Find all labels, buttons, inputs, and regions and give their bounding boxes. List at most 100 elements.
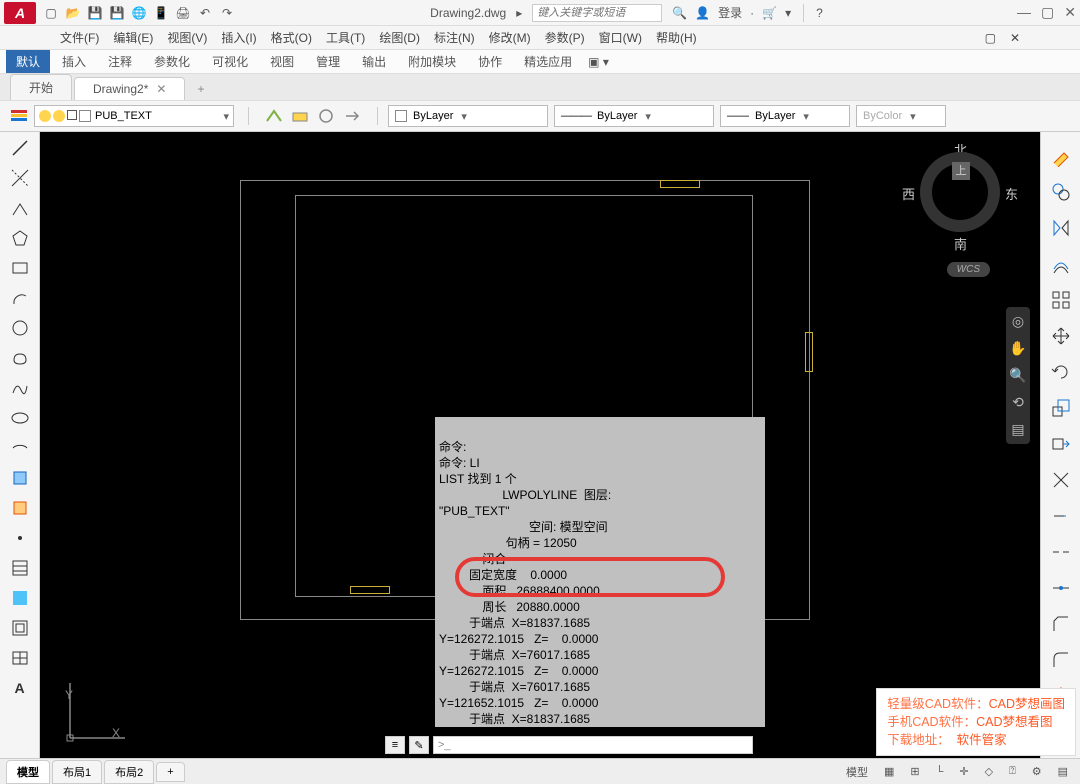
region-tool-icon[interactable] [8,616,32,640]
app-logo-icon[interactable]: A [4,2,36,24]
text-tool-icon[interactable]: A [8,676,32,700]
openweb-icon[interactable]: 🌐 [130,4,148,22]
offset-tool-icon[interactable] [1047,250,1075,278]
menu-param[interactable]: 参数(P) [545,29,585,46]
match-layer-icon[interactable] [289,105,311,127]
command-input[interactable]: >_ [433,736,753,754]
stretch-tool-icon[interactable] [1047,430,1075,458]
revcloud-tool-icon[interactable] [8,346,32,370]
minimize-button[interactable]: — [1017,4,1031,21]
nav-wheel-icon[interactable]: ◎ [1012,313,1024,330]
layer-states-icon[interactable] [263,105,285,127]
cart-icon[interactable]: 🛒 [762,6,777,20]
layer-prev-icon[interactable] [341,105,363,127]
menu-edit[interactable]: 编辑(E) [113,29,153,46]
status-osnap-icon[interactable]: ◇ [979,763,999,780]
layer-iso-icon[interactable] [315,105,337,127]
chamfer-tool-icon[interactable] [1047,610,1075,638]
user-icon[interactable]: 👤 [695,6,710,20]
menu-view[interactable]: 视图(V) [167,29,207,46]
nav-show-icon[interactable]: ▤ [1011,421,1024,438]
cmd-recent-icon[interactable]: ≡ [385,736,405,754]
status-clean-icon[interactable]: ▤ [1052,763,1074,780]
copy-tool-icon[interactable] [1047,178,1075,206]
ribbon-tab-featured[interactable]: 精选应用 [514,50,582,73]
menu-dimension[interactable]: 标注(N) [434,29,475,46]
hatch-tool-icon[interactable] [8,556,32,580]
status-polar-icon[interactable]: ✛ [953,763,974,780]
erase-tool-icon[interactable] [1047,142,1075,170]
linetype-dropdown[interactable]: ——— ByLayer ▾ [554,105,714,127]
viewcube-top-face[interactable]: 上 [952,162,970,180]
new-icon[interactable]: ▢ [42,4,60,22]
ribbon-tab-default[interactable]: 默认 [6,50,50,73]
redo-icon[interactable]: ↷ [218,4,236,22]
undo-icon[interactable]: ↶ [196,4,214,22]
status-model[interactable]: 模型 [840,762,874,782]
menu-window[interactable]: 窗口(W) [599,29,642,46]
layout-add-tab[interactable]: + [156,762,184,782]
status-snap-icon[interactable]: ⊞ [904,763,925,780]
mirror-tool-icon[interactable] [1047,214,1075,242]
move-tool-icon[interactable] [1047,322,1075,350]
ribbon-tab-addins[interactable]: 附加模块 [398,50,466,73]
rotate-tool-icon[interactable] [1047,358,1075,386]
line-tool-icon[interactable] [8,136,32,160]
xline-tool-icon[interactable] [8,166,32,190]
login-link[interactable]: 登录 [718,4,742,21]
status-grid-icon[interactable]: ▦ [878,763,900,780]
menu-draw[interactable]: 绘图(D) [379,29,420,46]
close-tab-icon[interactable]: ✕ [156,82,166,96]
arc-tool-icon[interactable] [8,286,32,310]
print-icon[interactable]: 🖨 [174,4,192,22]
layout2-tab[interactable]: 布局2 [104,760,154,784]
status-anno-icon[interactable]: ⍰ [1003,763,1022,780]
menu-restore-icon[interactable]: ▢ [985,31,996,45]
menu-tools[interactable]: 工具(T) [326,29,365,46]
scale-tool-icon[interactable] [1047,394,1075,422]
wcs-badge[interactable]: WCS [947,262,990,277]
circle-tool-icon[interactable] [8,316,32,340]
color-dropdown[interactable]: ByLayer ▾ [388,105,548,127]
drawing-canvas[interactable]: 北 上 西 东 南 WCS ◎ ✋ 🔍 ⟲ ▤ Y X 命令: 命令: LI L… [40,132,1040,758]
status-workspace-icon[interactable]: ⚙ [1026,763,1048,780]
open-icon[interactable]: 📂 [64,4,82,22]
ribbon-tab-view[interactable]: 视图 [260,50,304,73]
ribbon-tab-annotate[interactable]: 注释 [98,50,142,73]
doc-tab-current[interactable]: Drawing2* ✕ [74,77,185,100]
extend-tool-icon[interactable] [1047,502,1075,530]
ribbon-tab-output[interactable]: 输出 [352,50,396,73]
nav-orbit-icon[interactable]: ⟲ [1012,394,1024,411]
doc-tab-start[interactable]: 开始 [10,74,72,100]
array-tool-icon[interactable] [1047,286,1075,314]
menu-help[interactable]: 帮助(H) [656,29,697,46]
menu-insert[interactable]: 插入(I) [221,29,256,46]
menu-format[interactable]: 格式(O) [271,29,312,46]
status-ortho-icon[interactable]: └ [930,764,950,780]
mobile-icon[interactable]: 📱 [152,4,170,22]
search-icon[interactable]: 🔍 [672,6,687,20]
app-icon2[interactable]: ▾ [785,6,791,20]
help-search-input[interactable] [532,4,662,22]
ellipse-tool-icon[interactable] [8,406,32,430]
trim-tool-icon[interactable] [1047,466,1075,494]
nav-pan-icon[interactable]: ✋ [1009,340,1026,357]
layer-dropdown[interactable]: PUB_TEXT ▾ [34,105,234,127]
save-icon[interactable]: 💾 [86,4,104,22]
plotstyle-dropdown[interactable]: ByColor ▾ [856,105,946,127]
block-insert-icon[interactable] [8,466,32,490]
polyline-tool-icon[interactable] [8,196,32,220]
ribbon-tab-insert[interactable]: 插入 [52,50,96,73]
ribbon-expand-icon[interactable]: ▣ ▾ [588,55,609,69]
rectangle-tool-icon[interactable] [8,256,32,280]
layout1-tab[interactable]: 布局1 [52,760,102,784]
polygon-tool-icon[interactable] [8,226,32,250]
doc-tab-add-button[interactable]: + [187,78,214,100]
spline-tool-icon[interactable] [8,376,32,400]
view-cube[interactable]: 北 上 西 东 南 [910,142,1010,242]
ribbon-tab-visualize[interactable]: 可视化 [202,50,258,73]
gradient-tool-icon[interactable] [8,586,32,610]
model-tab[interactable]: 模型 [6,760,50,784]
menu-file[interactable]: 文件(F) [60,29,99,46]
join-tool-icon[interactable] [1047,574,1075,602]
